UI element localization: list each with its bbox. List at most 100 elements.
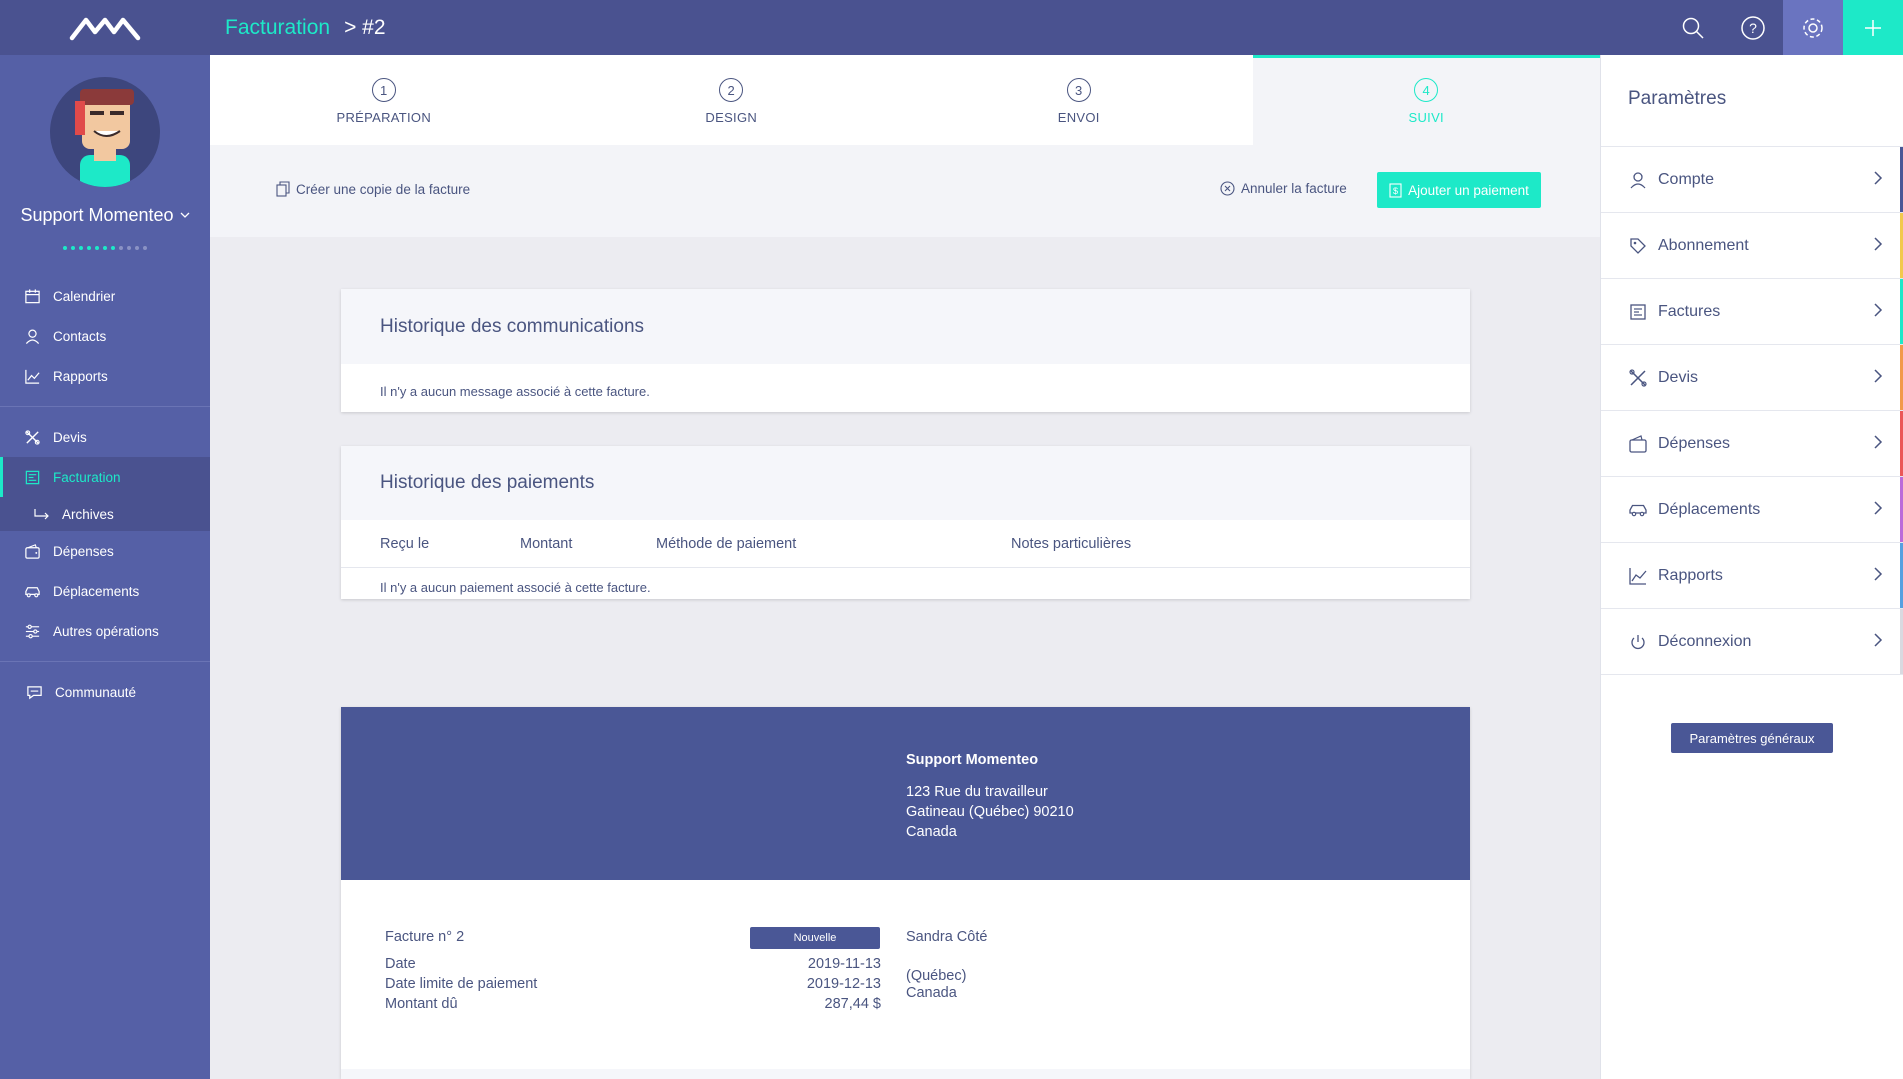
communications-card: Historique des communications Il n'y a a… (341, 289, 1470, 412)
nav-item-calendrier[interactable]: Calendrier (0, 276, 210, 316)
step-number: 2 (719, 78, 744, 102)
invoice-amount-row: Montant dû 287,44 $ (385, 996, 881, 1012)
momenteo-logo-icon[interactable] (68, 12, 142, 44)
chevron-right-icon (1874, 237, 1883, 251)
settings-item-deplacements[interactable]: Déplacements (1601, 477, 1903, 543)
amount-value: 287,44 $ (824, 996, 881, 1012)
progress-dots (0, 246, 210, 250)
invoice-due-row: Date limite de paiement 2019-12-13 (385, 976, 881, 992)
logo-area (0, 0, 210, 55)
add-button[interactable] (1843, 0, 1903, 55)
action-bar: Créer une copie de la facture Annuler la… (210, 145, 1600, 237)
nav-label: Facturation (53, 469, 121, 485)
breadcrumb-facturation[interactable]: Facturation (225, 16, 330, 40)
settings-item-label: Abonnement (1658, 236, 1749, 254)
breadcrumb-current: > #2 (344, 16, 385, 40)
column-header[interactable]: Notes particulières (1011, 536, 1131, 552)
nav-label: Calendrier (53, 288, 116, 304)
step-label: ENVOI (1057, 110, 1100, 125)
column-header[interactable]: Reçu le (380, 536, 429, 552)
step-label: PRÉPARATION (336, 110, 432, 125)
svg-text:$: $ (1393, 186, 1398, 196)
client-name: Sandra Côté (906, 929, 988, 945)
general-settings-button[interactable]: Paramètres généraux (1671, 723, 1833, 753)
user-icon (1630, 171, 1646, 188)
breadcrumb-current-label: #2 (362, 15, 386, 39)
due-value: 2019-12-13 (806, 976, 881, 992)
payments-card: Historique des paiements Reçu le Montant… (341, 446, 1470, 599)
company-block: Support Momenteo 123 Rue du travailleur … (906, 750, 1074, 842)
sidebar: Support Momenteo Calendrier Contacts Rap… (0, 0, 210, 1079)
sliders-icon (25, 624, 40, 638)
car-icon (25, 586, 40, 597)
settings-item-rapports[interactable]: Rapports (1601, 543, 1903, 609)
due-label: Date limite de paiement (385, 976, 538, 992)
nav-item-facturation[interactable]: Facturation (0, 457, 210, 497)
invoice-header: Support Momenteo 123 Rue du travailleur … (341, 707, 1470, 880)
user-icon (25, 328, 40, 344)
close-circle-icon (1220, 181, 1235, 196)
settings-item-label: Compte (1658, 170, 1715, 188)
step-preparation[interactable]: 1 PRÉPARATION (210, 55, 558, 145)
stepper: 1 PRÉPARATION 2 DESIGN 3 ENVOI 4 SUIVI (210, 55, 1600, 145)
nav-label: Devis (53, 429, 87, 445)
settings-button[interactable] (1783, 0, 1843, 55)
wallet-icon (25, 543, 40, 559)
chart-icon (1629, 567, 1647, 585)
cancel-invoice-button[interactable]: Annuler la facture (1220, 181, 1347, 196)
search-button[interactable] (1663, 0, 1723, 55)
help-icon: ? (1741, 15, 1765, 40)
settings-item-deconnexion[interactable]: Déconnexion (1601, 609, 1903, 675)
chart-icon (25, 369, 40, 384)
plus-icon (1865, 19, 1881, 36)
avatar[interactable] (50, 77, 160, 187)
step-design[interactable]: 2 DESIGN (557, 55, 905, 145)
chevron-down-icon (180, 212, 190, 218)
nav-item-contacts[interactable]: Contacts (0, 316, 210, 356)
column-header[interactable]: Montant (520, 536, 572, 552)
payments-empty: Il n'y a aucun paiement associé à cette … (380, 580, 651, 595)
settings-item-compte[interactable]: Compte (1601, 147, 1903, 213)
add-payment-button[interactable]: $ Ajouter un paiement (1377, 172, 1541, 208)
nav-item-devis[interactable]: Devis (0, 417, 210, 457)
settings-item-factures[interactable]: Factures (1601, 279, 1903, 345)
nav-label: Contacts (53, 328, 107, 344)
payments-table-header: Reçu le Montant Méthode de paiement Note… (341, 520, 1470, 568)
settings-item-abonnement[interactable]: Abonnement (1601, 213, 1903, 279)
help-button[interactable]: ? (1723, 0, 1783, 55)
nav-item-deplacements[interactable]: Déplacements (0, 571, 210, 611)
top-icons: ? (1663, 0, 1903, 55)
copy-invoice-button[interactable]: Créer une copie de la facture (276, 181, 470, 197)
step-label: DESIGN (705, 110, 758, 125)
settings-item-depenses[interactable]: Dépenses (1601, 411, 1903, 477)
settings-item-devis[interactable]: Devis (1601, 345, 1903, 411)
nav-label: Archives (62, 506, 114, 522)
invoice-preview: Support Momenteo 123 Rue du travailleur … (341, 707, 1470, 1079)
communications-title: Historique des communications (341, 289, 1470, 364)
settings-item-label: Dépenses (1658, 434, 1731, 452)
nav-item-autres-operations[interactable]: Autres opérations (0, 611, 210, 651)
step-suivi[interactable]: 4 SUIVI (1252, 55, 1600, 145)
invoice-icon (25, 470, 40, 484)
payments-title: Historique des paiements (341, 446, 1470, 520)
step-envoi[interactable]: 3 ENVOI (905, 55, 1253, 145)
sub-arrow-icon (34, 509, 49, 520)
nav-item-archives[interactable]: Archives (0, 497, 210, 531)
nav-item-rapports[interactable]: Rapports (0, 356, 210, 396)
step-number: 1 (371, 78, 396, 102)
client-address-line: Canada (906, 985, 957, 1001)
nav-item-communaute[interactable]: Communauté (0, 672, 210, 712)
column-header[interactable]: Méthode de paiement (656, 536, 796, 552)
chevron-right-icon (1874, 369, 1883, 383)
copy-icon (276, 181, 290, 197)
main-nav: Calendrier Contacts Rapports Devis Factu… (0, 272, 210, 722)
chevron-right-icon (1874, 171, 1883, 185)
date-value: 2019-11-13 (807, 956, 881, 972)
invoice-number: Facture n° 2 (385, 929, 465, 945)
user-menu[interactable]: Support Momenteo (0, 205, 210, 226)
nav-label: Dépenses (53, 543, 114, 559)
nav-item-depenses[interactable]: Dépenses (0, 531, 210, 571)
nav-label: Autres opérations (53, 623, 159, 639)
settings-title: Paramètres (1601, 55, 1903, 147)
breadcrumb: Facturation > #2 (225, 16, 386, 40)
